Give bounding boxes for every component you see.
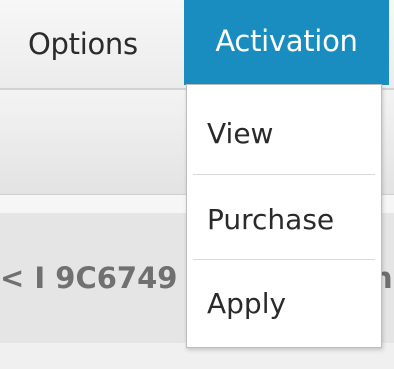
content-id-text: < I 9C6749 bbox=[0, 261, 178, 295]
menu-item-purchase[interactable]: Purchase bbox=[187, 175, 381, 263]
menu-bar: Options Activation bbox=[0, 0, 394, 90]
menu-item-apply[interactable]: Apply bbox=[187, 259, 381, 347]
activation-dropdown: View Purchase Apply bbox=[186, 84, 382, 348]
menu-activation[interactable]: Activation bbox=[184, 0, 389, 85]
menu-item-view[interactable]: View bbox=[187, 89, 381, 177]
menu-options[interactable]: Options bbox=[28, 0, 138, 88]
